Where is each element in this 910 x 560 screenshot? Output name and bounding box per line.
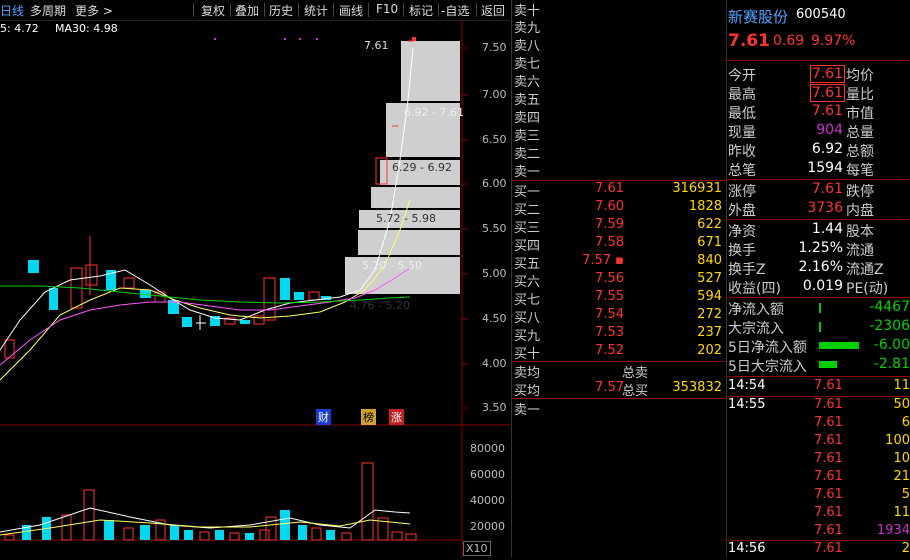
order-book: 卖十 卖九 卖八 卖七 卖六 卖五 卖四 卖三 卖二 卖一 买一 7.61 3169… <box>511 0 727 557</box>
stat-row: 昨收 6.92 总额 <box>728 141 874 160</box>
mark-button[interactable]: 标记 <box>409 2 433 19</box>
chip-label: 6.92 - 7.61 <box>404 106 464 119</box>
volume-tick: 40000 <box>470 494 505 507</box>
chip-label: 5.72 - 5.98 <box>376 212 436 225</box>
flow-row: 净流入额 -4467 <box>728 299 910 318</box>
buy-level-row[interactable]: 买二 7.60 1828 <box>512 199 726 218</box>
buy-level-row[interactable]: 买五 7.57 ▪ 840 <box>512 253 726 272</box>
kline-chart[interactable]: 5: 4.72 MA30: 4.98 7.50 7.00 6.50 6.00 5… <box>0 20 510 557</box>
stock-code: 600540 <box>796 7 846 22</box>
statistics-button[interactable]: 统计 <box>304 2 328 19</box>
buy-level-row[interactable]: 买六 7.56 527 <box>512 271 726 290</box>
chip-label: 6.29 - 6.92 <box>392 161 452 174</box>
chip-label: 7.61 <box>364 39 389 52</box>
price-tick: 7.50 <box>482 41 507 54</box>
sell-level-label: 卖三 <box>514 129 541 144</box>
price-tick: 4.50 <box>482 312 507 325</box>
current-price: 7.61 <box>728 31 770 51</box>
stat-row: 换手Z 2.16% 流通Z <box>728 259 884 278</box>
price-tick: 5.50 <box>482 222 507 235</box>
event-tag-list[interactable]: 榜 <box>361 409 376 425</box>
avg-sell-label: 卖均 <box>514 366 541 381</box>
sell-level-label: 卖七 <box>514 57 541 72</box>
chip-label: 4.76 - 5.20 <box>350 299 410 312</box>
add-watchlist-button[interactable]: -自选 <box>441 2 469 19</box>
tick-row: 7.61 10 <box>814 451 910 466</box>
avg-buy-price: 7.57 <box>595 380 624 395</box>
buy-level-row[interactable]: 买九 7.53 237 <box>512 325 726 344</box>
total-sell-label: 总卖 <box>622 366 649 381</box>
buy-level-row[interactable]: 买三 7.59 622 <box>512 217 726 236</box>
sell-level-label: 卖二 <box>514 147 541 162</box>
sell-level-label: 卖四 <box>514 111 541 126</box>
more-button[interactable]: 更多 > <box>75 2 113 19</box>
period-button[interactable]: 多周期 <box>30 2 66 19</box>
price-tick: 5.00 <box>482 267 507 280</box>
flow-row: 大宗流入 -2306 <box>728 318 910 337</box>
stock-name: 新赛股份 <box>728 8 789 26</box>
sell-one-tick-label: 卖一 <box>514 403 541 418</box>
stat-row: 最低 7.61 市值 <box>728 103 874 122</box>
history-button[interactable]: 历史 <box>269 2 293 19</box>
price-tick: 4.00 <box>482 357 507 370</box>
volume-tick: 80000 <box>470 442 505 455</box>
tick-row: 7.61 11 <box>814 505 910 520</box>
stat-row: 涨停 7.61 跌停 <box>728 181 874 200</box>
volume-tick: 60000 <box>470 468 505 481</box>
draw-line-button[interactable]: 画线 <box>339 2 363 19</box>
flow-row: 5日大宗流入 -2.81 <box>728 356 910 375</box>
buy-level-row[interactable]: 买一 7.61 316931 <box>512 181 726 200</box>
chip-label: 5.20 - 5.50 <box>362 259 422 272</box>
sell-level-label: 卖五 <box>514 93 541 108</box>
sell-level-label: 卖一 <box>514 165 541 180</box>
stat-row: 现量 904 总量 <box>728 122 874 141</box>
sell-level-label: 卖九 <box>514 21 541 36</box>
price-tick: 6.00 <box>482 177 507 190</box>
event-tag-limit-up[interactable]: 涨 <box>389 409 404 425</box>
back-button[interactable]: 返回 <box>481 2 505 19</box>
price-tick: 6.50 <box>482 133 507 146</box>
restore-rights-button[interactable]: 复权 <box>201 2 225 19</box>
tick-row: 7.61 100 <box>814 433 910 448</box>
overlay-button[interactable]: 叠加 <box>235 2 259 19</box>
event-tag-finance[interactable]: 财 <box>316 409 331 425</box>
tick-row: 14:56 7.61 2 <box>728 541 910 556</box>
price-change: 0.69 <box>773 33 805 49</box>
stat-row: 换手 1.25% 流通 <box>728 240 874 259</box>
avg-buy-label: 买均 <box>514 384 541 399</box>
buy-level-row[interactable]: 买七 7.55 594 <box>512 289 726 308</box>
tick-row: 7.61 6 <box>814 415 910 430</box>
tick-row: 14:54 7.61 11 <box>728 378 910 393</box>
buy-level-row[interactable]: 买八 7.54 272 <box>512 307 726 326</box>
sell-level-label: 卖六 <box>514 75 541 90</box>
price-tick: 3.50 <box>482 401 507 414</box>
quote-panel: 新赛股份 600540 7.61 0.69 9.97% 今开 7.61 均价 最高 7… <box>726 0 910 557</box>
stat-row: 收益(四) 0.019 PE(动) <box>728 278 889 297</box>
total-buy-vol: 353832 <box>672 380 722 395</box>
stat-row: 总笔 1594 每笔 <box>728 160 874 179</box>
f10-button[interactable]: F10 <box>376 2 398 16</box>
stat-row: 今开 7.61 均价 <box>728 65 874 84</box>
tick-row: 7.61 21 <box>814 469 910 484</box>
flow-row: 5日净流入额 -6.00 <box>728 337 910 356</box>
volume-tick: 20000 <box>470 520 505 533</box>
volume-unit: X10 <box>463 541 491 556</box>
stat-row: 最高 7.61 量比 <box>728 84 874 103</box>
tick-row: 14:55 7.61 50 <box>728 397 910 412</box>
buy-level-row[interactable]: 买十 7.52 202 <box>512 343 726 362</box>
price-chart-svg <box>0 20 510 557</box>
chart-toolbar: 日线 多周期 更多 > 复权 叠加 历史 统计 画线 F10 标记 -自选 返回 <box>0 0 510 21</box>
tab-daily[interactable]: 日线 <box>0 2 24 19</box>
price-change-pct: 9.97% <box>811 33 856 49</box>
price-tick: 7.00 <box>482 88 507 101</box>
stat-row: 净资 1.44 股本 <box>728 221 874 240</box>
buy-level-row[interactable]: 买四 7.58 671 <box>512 235 726 254</box>
tick-row: 7.61 5 <box>814 487 910 502</box>
sell-level-label: 卖八 <box>514 39 541 54</box>
stat-row: 外盘 3736 内盘 <box>728 200 874 219</box>
